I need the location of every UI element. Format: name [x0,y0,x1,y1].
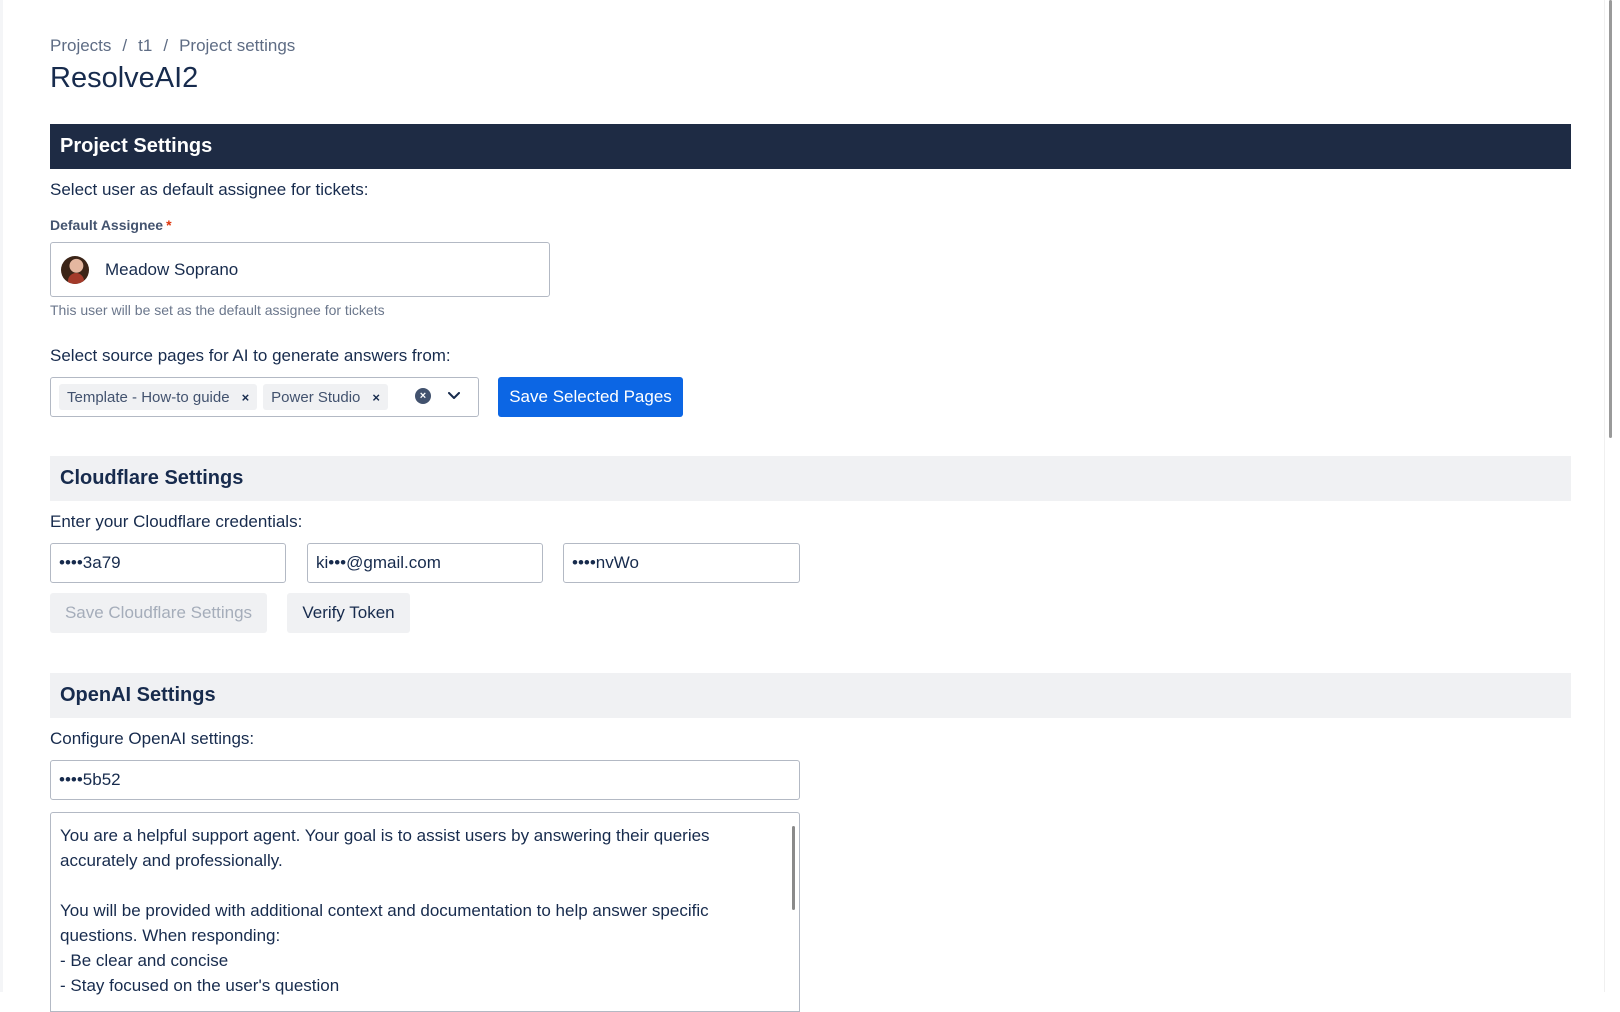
cloudflare-email-field[interactable]: ki•••@gmail.com [307,543,543,583]
page-tag-label: Power Studio [271,388,361,406]
save-cloudflare-settings-button[interactable]: Save Cloudflare Settings [50,593,267,633]
remove-tag-icon[interactable]: × [242,390,250,405]
page-tag: Power Studio × [263,384,388,410]
page-scrollbar[interactable] [1604,0,1620,992]
required-marker: * [166,217,172,233]
openai-settings-header: OpenAI Settings [50,673,1571,718]
page-title: ResolveAI2 [50,62,199,94]
page-scroll-thumb[interactable] [1609,0,1612,438]
assignee-name: Meadow Soprano [105,259,239,279]
page-tag: Template - How-to guide × [59,384,258,410]
assignee-prompt: Select user as default assignee for tick… [50,180,369,199]
assignee-helper-text: This user will be set as the default ass… [50,302,385,318]
pages-prompt: Select source pages for AI to generate a… [50,346,451,365]
source-pages-multiselect[interactable]: Template - How-to guide × Power Studio ×… [50,377,479,417]
breadcrumb-project[interactable]: t1 [138,36,152,55]
breadcrumb: Projects / t1 / Project settings [50,36,295,56]
verify-token-button[interactable]: Verify Token [287,593,410,633]
textarea-scrollbar[interactable] [792,826,795,910]
cloudflare-prompt: Enter your Cloudflare credentials: [50,512,303,531]
breadcrumb-projects[interactable]: Projects [50,36,111,55]
left-edge [0,0,3,992]
breadcrumb-separator: / [163,36,169,55]
breadcrumb-separator: / [122,36,128,55]
openai-api-key-field[interactable]: ••••5b52 [50,760,800,800]
remove-tag-icon[interactable]: × [372,390,380,405]
breadcrumb-current[interactable]: Project settings [179,36,295,55]
page-tag-label: Template - How-to guide [67,388,230,406]
cloudflare-token-field[interactable]: ••••nvWo [563,543,800,583]
system-prompt-textarea[interactable]: You are a helpful support agent. Your go… [50,812,800,1012]
clear-icon[interactable]: × [415,388,431,404]
default-assignee-select[interactable]: Meadow Soprano [50,242,550,297]
default-assignee-label: Default Assignee * [50,217,172,233]
chevron-down-icon[interactable] [444,386,464,406]
save-selected-pages-button[interactable]: Save Selected Pages [498,377,683,417]
avatar [61,255,89,284]
cloudflare-settings-header: Cloudflare Settings [50,456,1571,501]
cloudflare-field-1[interactable]: ••••3a79 [50,543,286,583]
default-assignee-label-text: Default Assignee [50,217,164,233]
openai-prompt: Configure OpenAI settings: [50,729,255,748]
project-settings-header: Project Settings [50,124,1571,169]
